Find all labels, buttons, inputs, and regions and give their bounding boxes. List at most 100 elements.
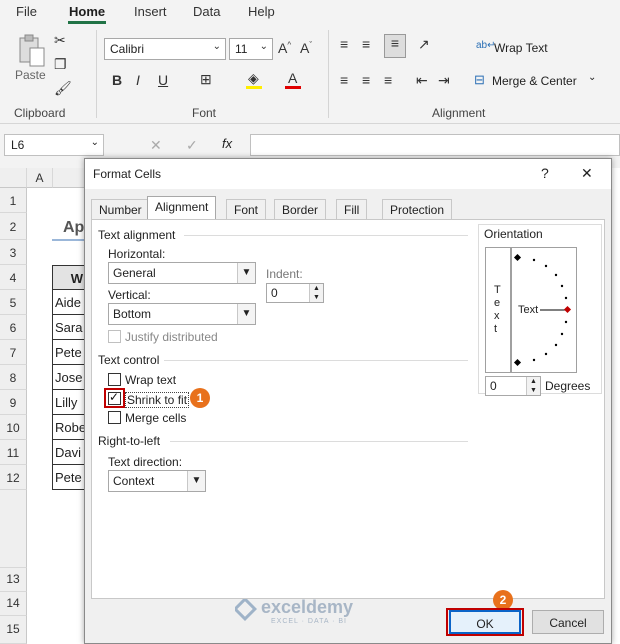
select-all-corner[interactable] [0,168,27,188]
align-right-icon[interactable]: ≡ [384,72,392,88]
wrap-text-icon[interactable]: ab↵ [476,40,496,51]
align-top-icon[interactable]: ≡ [340,36,348,52]
increase-font-icon[interactable]: A^ [278,40,291,56]
tab-number[interactable]: Number [91,199,150,219]
fill-color-icon[interactable]: ◈ [248,70,259,87]
close-button[interactable]: ✕ [581,165,593,182]
row-header[interactable]: 12 [0,465,27,490]
align-center-icon[interactable]: ≡ [362,72,370,88]
horizontal-select[interactable]: General ▼ [108,262,256,284]
table-header-cell[interactable]: W [52,265,86,290]
column-header[interactable] [53,168,85,188]
dialog-titlebar[interactable]: Format Cells ? ✕ [85,159,611,189]
table-cell[interactable]: Davi [52,440,86,465]
formula-input[interactable] [250,134,620,156]
cancel-entry-icon[interactable]: ✕ [150,137,162,154]
table-cell[interactable]: Robe [52,415,86,440]
menu-home[interactable]: Home [69,4,105,19]
row-header[interactable]: 4 [0,265,27,290]
row-header[interactable]: 9 [0,390,27,415]
decrease-font-icon[interactable]: Aˇ [300,40,312,56]
ok-button[interactable]: OK [449,610,521,634]
table-cell[interactable]: Lilly [52,390,86,415]
row-header[interactable]: 13 [0,568,27,592]
row-header[interactable]: 6 [0,315,27,340]
justify-distributed-checkbox[interactable] [108,330,121,343]
wrap-text-checkbox[interactable] [108,373,121,386]
vertical-select[interactable]: Bottom ▼ [108,303,256,325]
spinner-buttons[interactable]: ▲ ▼ [526,377,540,395]
clipboard-group-label: Clipboard [14,106,66,120]
name-box[interactable]: L6 ⌄ [4,134,104,156]
row-header[interactable]: 3 [0,240,27,265]
paste-icon[interactable] [16,34,46,68]
row-header[interactable]: 7 [0,340,27,365]
spin-up-icon[interactable]: ▲ [310,284,323,293]
paste-label[interactable]: Paste [15,68,46,82]
underline-icon[interactable]: U [158,72,168,88]
row-header[interactable]: 8 [0,365,27,390]
increase-indent-icon[interactable]: ⇥ [438,72,450,89]
align-middle-icon[interactable]: ≡ [362,36,370,52]
copy-icon[interactable]: ❐ [54,56,67,73]
font-color-icon[interactable]: A [288,70,297,86]
chevron-down-icon[interactable]: ⌄ [588,72,596,83]
format-painter-icon[interactable]: 🖌 [54,80,72,97]
tab-font[interactable]: Font [226,199,267,219]
merge-center-button[interactable]: Merge & Center [492,74,577,88]
font-name-combo[interactable]: Calibri ⌄ [104,38,226,60]
row-header[interactable]: 5 [0,290,27,315]
text-direction-label: Text direction: [108,455,183,469]
table-cell[interactable]: Jose [52,365,86,390]
spin-down-icon[interactable]: ▼ [310,293,323,302]
decrease-indent-icon[interactable]: ⇤ [416,72,428,89]
fx-icon[interactable]: fx [222,136,232,151]
tab-fill[interactable]: Fill [336,199,368,219]
table-cell[interactable]: Pete [52,465,86,490]
row-header[interactable]: 1 [0,188,27,213]
table-cell[interactable]: Pete [52,340,86,365]
cut-icon[interactable]: ✂ [54,32,66,49]
table-cell[interactable]: Aide [52,290,86,315]
cancel-button[interactable]: Cancel [532,610,604,634]
row-header[interactable]: 10 [0,415,27,440]
fill-color-bar [246,86,262,89]
spin-down-icon[interactable]: ▼ [527,386,540,395]
indent-spinner[interactable]: 0 ▲ ▼ [266,283,324,303]
align-left-icon[interactable]: ≡ [340,72,348,88]
orientation-dial[interactable]: Text [511,247,577,373]
table-cell[interactable]: Sara [52,315,86,340]
italic-icon[interactable]: I [136,72,140,88]
shrink-to-fit-checkbox[interactable]: ✓ [108,390,121,405]
orientation-icon[interactable]: ↗ [418,36,430,53]
spin-up-icon[interactable]: ▲ [527,377,540,386]
wrap-text-button[interactable]: Wrap Text [494,41,548,55]
row-header[interactable]: 14 [0,592,27,616]
bold-icon[interactable]: B [112,72,122,88]
menu-help[interactable]: Help [248,4,275,19]
merge-center-icon[interactable]: ⊟ [474,72,485,88]
menu-insert[interactable]: Insert [134,4,167,19]
vertical-text-box[interactable]: T e x t [485,247,511,373]
menu-file[interactable]: File [16,4,37,19]
align-bottom-icon[interactable]: ≡ [384,34,406,58]
merge-cells-checkbox[interactable] [108,411,121,424]
degrees-spinner[interactable]: 0 ▲ ▼ [485,376,541,396]
menu-data[interactable]: Data [193,4,220,19]
row-header[interactable]: 11 [0,440,27,465]
column-header-a[interactable]: A [27,168,53,188]
text-direction-select[interactable]: Context ▼ [108,470,206,492]
tab-alignment[interactable]: Alignment [147,196,217,220]
font-size-combo[interactable]: 11 ⌄ [229,38,273,60]
tab-border[interactable]: Border [274,199,327,219]
row-header[interactable]: 15 [0,616,27,644]
help-button[interactable]: ? [541,165,549,181]
confirm-entry-icon[interactable]: ✓ [186,137,198,154]
spinner-buttons[interactable]: ▲ ▼ [309,284,323,302]
row-header[interactable]: 2 [0,213,27,240]
borders-icon[interactable]: ⊞ [200,71,212,88]
horizontal-value: General [113,266,156,280]
right-to-left-heading: Right-to-left [98,434,161,448]
tab-protection[interactable]: Protection [382,199,453,219]
orientation-text: Text [518,304,539,316]
